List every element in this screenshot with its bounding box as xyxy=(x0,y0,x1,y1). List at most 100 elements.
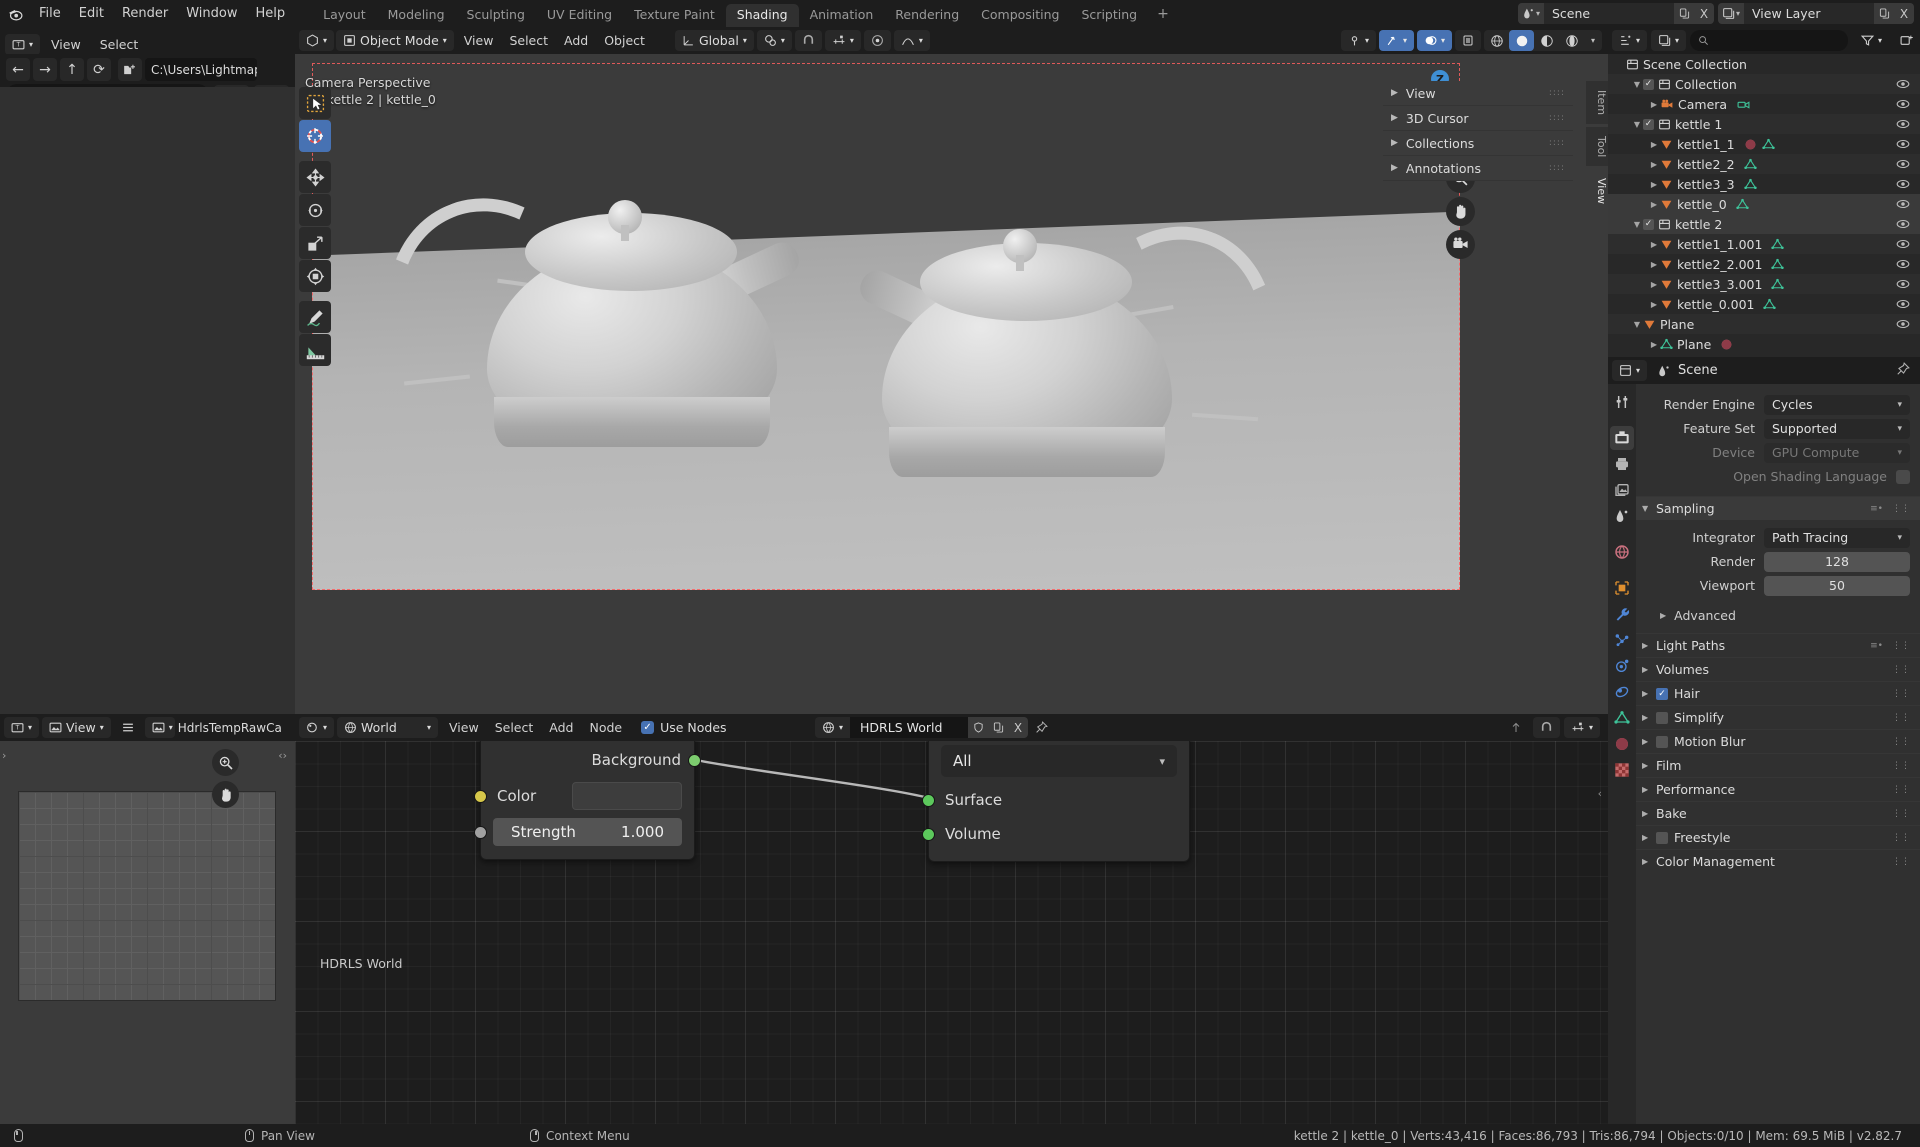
properties-constraints-tab[interactable] xyxy=(1610,680,1634,704)
chevron-down-icon[interactable]: ▼ xyxy=(1631,120,1643,129)
input-socket-volume[interactable] xyxy=(922,828,935,841)
visibility-eye-icon[interactable] xyxy=(1896,257,1910,274)
world-browse-button[interactable]: ▾ xyxy=(815,717,851,738)
image-editor-canvas[interactable]: › ‹› xyxy=(0,741,295,1124)
panel-checkbox[interactable] xyxy=(1656,711,1668,724)
node-world-output[interactable]: ▼ World Output All ▾ Surface Volume xyxy=(922,741,1190,862)
nav-up-button[interactable]: ↑ xyxy=(60,58,84,81)
workspace-tab-modeling[interactable]: Modeling xyxy=(377,4,456,27)
shader-menu-select[interactable]: Select xyxy=(487,718,542,737)
properties-tool-tab[interactable] xyxy=(1610,390,1634,414)
properties-world-tab[interactable] xyxy=(1610,540,1634,564)
chevron-down-icon[interactable]: ▼ xyxy=(1631,80,1643,89)
input-socket-color[interactable] xyxy=(474,790,487,803)
transform-orientation-selector[interactable]: Global ▾ xyxy=(675,30,754,51)
viewport-canvas[interactable]: Camera Perspective (0) kettle 2 | kettle… xyxy=(295,54,1608,714)
mesh-data-icon[interactable] xyxy=(1761,138,1775,151)
properties-object-tab[interactable] xyxy=(1610,576,1634,600)
panel-tools[interactable]: ≡• ⋮⋮ xyxy=(1870,641,1910,651)
panel-tools[interactable]: ⋮⋮ xyxy=(1892,809,1910,819)
properties-scene-tab[interactable] xyxy=(1610,504,1634,528)
chevron-right-icon[interactable]: ▶ xyxy=(1648,240,1660,249)
drag-grip-icon[interactable]: :::: xyxy=(1549,163,1565,172)
tool-move[interactable] xyxy=(299,161,331,193)
menu-edit[interactable]: Edit xyxy=(70,3,113,24)
visibility-eye-icon[interactable] xyxy=(1896,157,1910,174)
use-nodes-toggle[interactable]: ✓ Use Nodes xyxy=(641,720,727,735)
editor-type-selector[interactable]: ▾ xyxy=(299,717,335,738)
shader-menu-node[interactable]: Node xyxy=(581,718,630,737)
visibility-eye-icon[interactable] xyxy=(1896,137,1910,154)
sidepanel-item-view[interactable]: ▶ View:::: xyxy=(1383,81,1573,106)
workspace-tab-layout[interactable]: Layout xyxy=(312,4,377,27)
subpanel-advanced[interactable]: ▶ Advanced xyxy=(1636,604,1920,627)
input-socket-surface[interactable] xyxy=(922,794,935,807)
chevron-right-icon[interactable]: ▶ xyxy=(1648,200,1660,209)
panel-light-paths[interactable]: ▶ Light Paths ≡• ⋮⋮ xyxy=(1636,633,1920,657)
panel-hair[interactable]: ▶ ✓ Hair ⋮⋮ xyxy=(1636,681,1920,705)
panel-tools[interactable]: ⋮⋮ xyxy=(1892,737,1910,747)
outliner-display-mode-selector[interactable]: ▾ xyxy=(1651,30,1687,51)
world-name-field[interactable]: HDRLS World xyxy=(850,717,969,738)
panel-film[interactable]: ▶ Film ⋮⋮ xyxy=(1636,753,1920,777)
snap-node-element-selector[interactable]: ▾ xyxy=(1563,717,1600,738)
shield-icon[interactable] xyxy=(968,717,989,738)
gizmo-toggle[interactable]: ▾ xyxy=(1378,30,1414,51)
outliner-tree[interactable]: Scene Collection ▼ ✓ Collection ▶ Camera ▼ ✓ ket… xyxy=(1608,54,1920,354)
new-collection-icon[interactable] xyxy=(1893,30,1920,51)
tool-cursor[interactable] xyxy=(299,120,331,152)
workspace-tab-scripting[interactable]: Scripting xyxy=(1071,4,1149,27)
chevron-right-icon[interactable]: ▶ xyxy=(1648,100,1660,109)
outliner-row[interactable]: ▼ ✓ kettle 2 xyxy=(1608,214,1920,234)
strength-value-field[interactable]: Strength 1.000 xyxy=(493,818,682,846)
visibility-eye-icon[interactable] xyxy=(1896,77,1910,94)
properties-texture-tab[interactable] xyxy=(1610,758,1634,782)
sidepanel-item-collections[interactable]: ▶ Collections:::: xyxy=(1383,131,1573,156)
visibility-eye-icon[interactable] xyxy=(1896,217,1910,234)
chevron-right-icon[interactable]: ▶ xyxy=(1648,160,1660,169)
chevron-right-icon[interactable]: ▶ xyxy=(1648,340,1660,349)
rendered-shading-button[interactable] xyxy=(1559,30,1584,51)
shader-menu-view[interactable]: View xyxy=(441,718,487,737)
feature-set-dropdown[interactable]: Supported ▾ xyxy=(1764,418,1910,439)
file-browser-body[interactable] xyxy=(0,87,295,714)
chevron-right-icon[interactable]: ▶ xyxy=(1648,180,1660,189)
menu-help[interactable]: Help xyxy=(247,3,295,24)
menu-file[interactable]: File xyxy=(30,3,70,24)
drag-grip-icon[interactable]: :::: xyxy=(1549,138,1565,147)
outliner-row[interactable]: ▶ kettle1_1 xyxy=(1608,134,1920,154)
render-samples-field[interactable]: 128 xyxy=(1764,551,1910,572)
visibility-eye-icon[interactable] xyxy=(1896,197,1910,214)
solid-shading-button[interactable] xyxy=(1509,30,1534,51)
wireframe-shading-button[interactable] xyxy=(1484,30,1509,51)
workspace-tab-uv-editing[interactable]: UV Editing xyxy=(536,4,623,27)
xray-toggle[interactable] xyxy=(1455,30,1481,51)
material-icon[interactable] xyxy=(1744,138,1757,151)
viewport-menu-select[interactable]: Select xyxy=(501,31,556,50)
mesh-data-icon[interactable] xyxy=(1743,178,1757,191)
collection-checkbox[interactable]: ✓ xyxy=(1643,78,1654,90)
outliner-row[interactable]: ▶ Plane xyxy=(1608,334,1920,354)
overlays-toggle[interactable]: ▾ xyxy=(1416,30,1452,51)
pin-icon[interactable] xyxy=(1896,362,1910,380)
shading-options-dropdown[interactable]: ▾ xyxy=(1584,30,1602,51)
workspace-tab-texture-paint[interactable]: Texture Paint xyxy=(623,4,726,27)
panel-freestyle[interactable]: ▶ Freestyle ⋮⋮ xyxy=(1636,825,1920,849)
close-scene-button[interactable]: X xyxy=(1694,3,1714,24)
hamburger-menu-icon[interactable] xyxy=(114,717,142,738)
chevron-down-icon[interactable]: ▼ xyxy=(1631,220,1643,229)
collection-checkbox[interactable]: ✓ xyxy=(1643,118,1654,130)
interaction-mode-selector[interactable]: Object Mode ▾ xyxy=(336,30,454,51)
mesh-data-icon[interactable] xyxy=(1743,158,1757,171)
menu-window[interactable]: Window xyxy=(177,3,246,24)
sidebar-tab-tool[interactable]: Tool xyxy=(1586,127,1608,167)
panel-checkbox[interactable]: ✓ xyxy=(1656,687,1668,700)
properties-output-tab[interactable] xyxy=(1610,452,1634,476)
sidebar-toggle-left[interactable]: › xyxy=(2,749,6,762)
drag-grip-icon[interactable]: :::: xyxy=(1549,113,1565,122)
workspace-tab-compositing[interactable]: Compositing xyxy=(970,4,1070,27)
tool-annotate[interactable] xyxy=(299,301,331,333)
panel-simplify[interactable]: ▶ Simplify ⋮⋮ xyxy=(1636,705,1920,729)
workspace-tab-sculpting[interactable]: Sculpting xyxy=(456,4,536,27)
chevron-down-icon[interactable]: ▼ xyxy=(1631,320,1643,329)
